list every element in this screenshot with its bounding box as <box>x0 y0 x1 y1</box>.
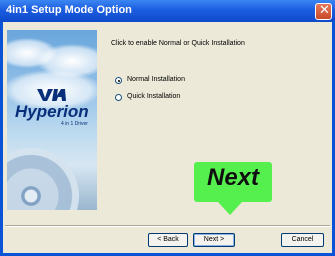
callout-text: Next <box>206 164 260 191</box>
cancel-button[interactable]: Cancel <box>281 233 324 247</box>
window-title: 4in1 Setup Mode Option <box>6 4 132 16</box>
via-logo <box>37 89 66 101</box>
callout-arrow-icon <box>218 202 242 215</box>
setup-window: 4in1 Setup Mode Option ✕ Hyperion 4 in 1… <box>0 0 335 256</box>
hyperion-logo-text: Hyperion <box>15 102 89 121</box>
close-icon: ✕ <box>319 3 330 18</box>
close-button[interactable]: ✕ <box>315 3 332 20</box>
next-button[interactable]: Next > <box>193 233 235 247</box>
instruction-text: Click to enable Normal or Quick Installa… <box>111 40 245 47</box>
option-label: Quick Installation <box>127 93 181 100</box>
back-button[interactable]: < Back <box>148 233 188 247</box>
next-callout-badge: Next <box>194 162 272 215</box>
hyperion-logo-subtitle: 4 in 1 Driver <box>61 121 88 127</box>
side-banner-image: Hyperion 4 in 1 Driver <box>7 30 97 210</box>
cd-disc-image <box>7 148 79 210</box>
divider <box>5 225 330 227</box>
radio-button-selected[interactable] <box>115 77 122 84</box>
option-label: Normal Installation <box>127 76 185 83</box>
title-bar[interactable]: 4in1 Setup Mode Option ✕ <box>0 0 335 22</box>
dialog-body: Hyperion 4 in 1 Driver Click to enable N… <box>3 22 332 253</box>
radio-button[interactable] <box>115 94 122 101</box>
